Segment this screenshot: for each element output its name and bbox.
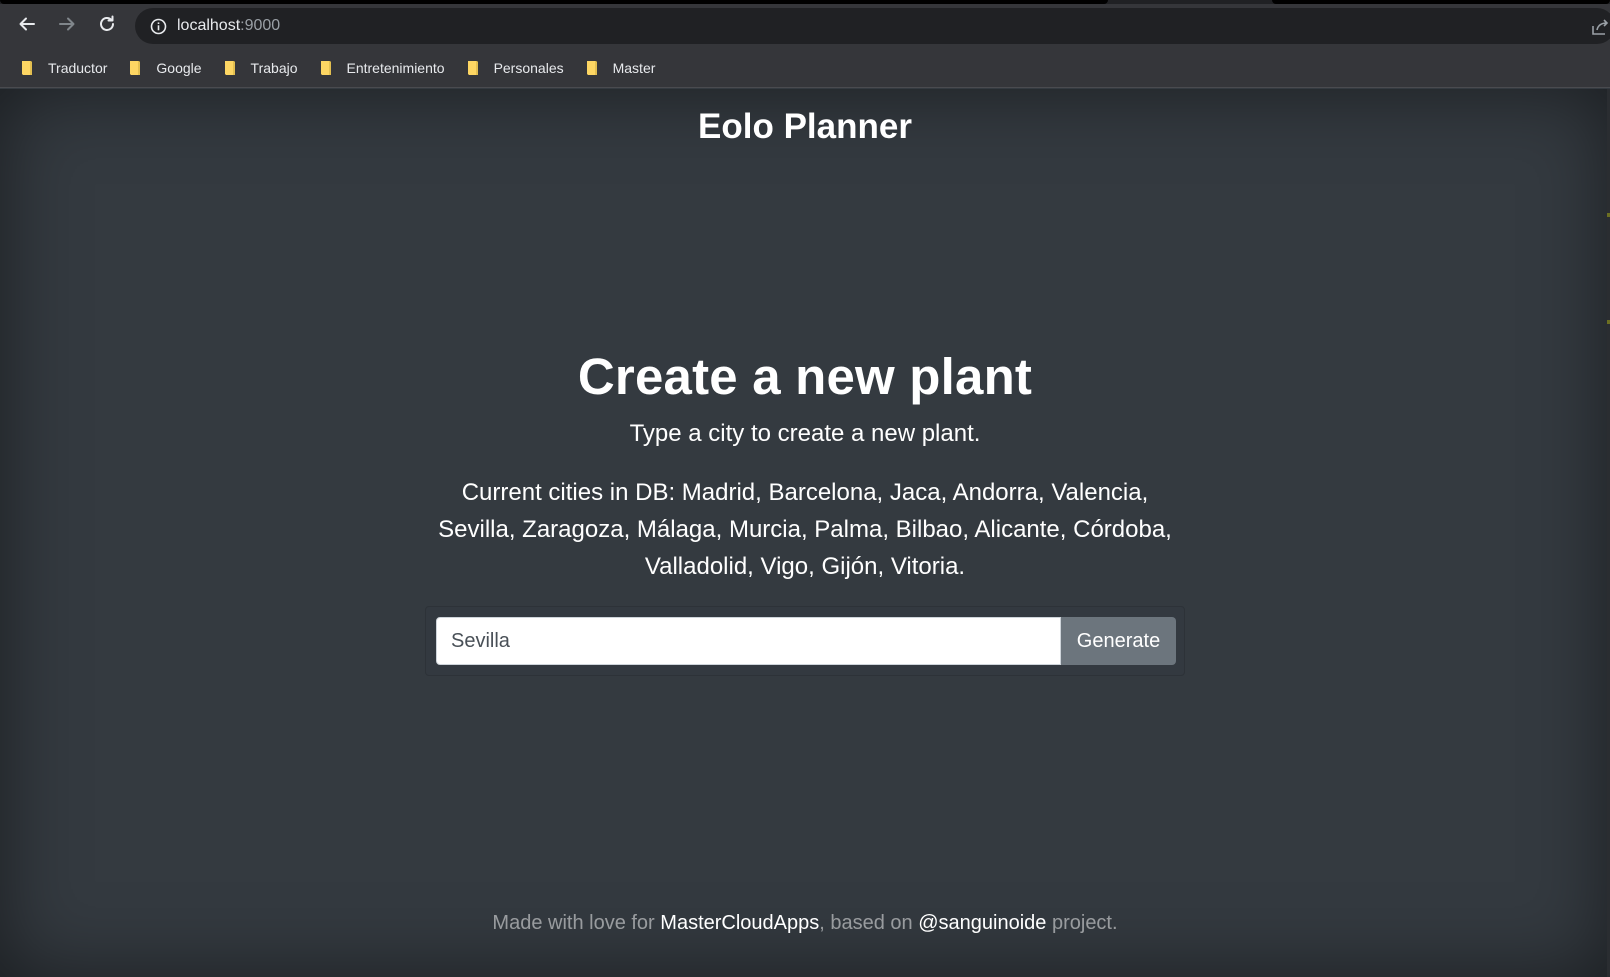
bookmark-label: Google xyxy=(156,59,202,76)
main-cover: Create a new plant Type a city to create… xyxy=(420,347,1190,585)
folder-icon xyxy=(128,60,144,76)
bookmark-folder-entretenimiento[interactable]: Entretenimiento xyxy=(311,54,456,82)
bookmark-label: Trabajo xyxy=(250,59,298,76)
site-brand[interactable]: Eolo Planner xyxy=(0,107,1610,147)
forward-button[interactable] xyxy=(52,11,82,41)
bookmark-folder-personales[interactable]: Personales xyxy=(458,54,575,82)
bookmarks-bar: Traductor Google Trabajo Entretenimiento… xyxy=(0,48,1610,88)
footer-suffix: project. xyxy=(1046,912,1118,934)
info-icon[interactable] xyxy=(149,17,167,35)
create-plant-form: Generate xyxy=(425,606,1185,676)
folder-icon xyxy=(585,60,601,76)
address-bar[interactable]: localhost:9000 xyxy=(135,8,1610,44)
footer-prefix: Made with love for xyxy=(492,912,661,934)
browser-toolbar: localhost:9000 xyxy=(0,4,1610,48)
bookmark-folder-master[interactable]: Master xyxy=(577,54,667,82)
generate-button[interactable]: Generate xyxy=(1061,617,1176,665)
url-host: localhost xyxy=(177,17,241,34)
footer: Made with love for MasterCloudApps, base… xyxy=(0,912,1610,935)
folder-icon xyxy=(319,60,335,76)
back-button[interactable] xyxy=(12,11,42,41)
footer-middle: , based on xyxy=(819,912,919,934)
mastercloudapps-link[interactable]: MasterCloudApps xyxy=(660,912,819,934)
bookmark-folder-google[interactable]: Google xyxy=(120,54,212,82)
arrow-right-icon xyxy=(57,14,77,39)
share-icon[interactable] xyxy=(1590,17,1610,37)
page-title: Create a new plant xyxy=(577,348,1033,405)
folder-icon xyxy=(466,60,482,76)
reload-icon xyxy=(97,14,117,39)
sanguinoide-link[interactable]: @sanguinoide xyxy=(918,912,1046,934)
folder-icon xyxy=(20,60,36,76)
page-content: Eolo Planner Create a new plant Type a c… xyxy=(0,89,1610,977)
arrow-left-icon xyxy=(17,14,37,39)
reload-button[interactable] xyxy=(92,11,122,41)
url-text: localhost:9000 xyxy=(177,17,280,35)
bookmark-folder-trabajo[interactable]: Trabajo xyxy=(215,54,309,82)
bookmark-label: Master xyxy=(612,59,656,76)
page-lead: Type a city to create a new plant. xyxy=(629,420,981,447)
url-port: :9000 xyxy=(240,17,281,34)
bookmark-label: Traductor xyxy=(48,59,108,76)
bookmark-label: Personales xyxy=(493,59,564,76)
folder-icon xyxy=(223,60,239,76)
bookmark-folder-traductor[interactable]: Traductor xyxy=(12,54,118,82)
city-input[interactable] xyxy=(436,617,1061,665)
bookmark-label: Entretenimiento xyxy=(346,59,445,76)
cities-list: Current cities in DB: Madrid, Barcelona,… xyxy=(438,479,1172,580)
